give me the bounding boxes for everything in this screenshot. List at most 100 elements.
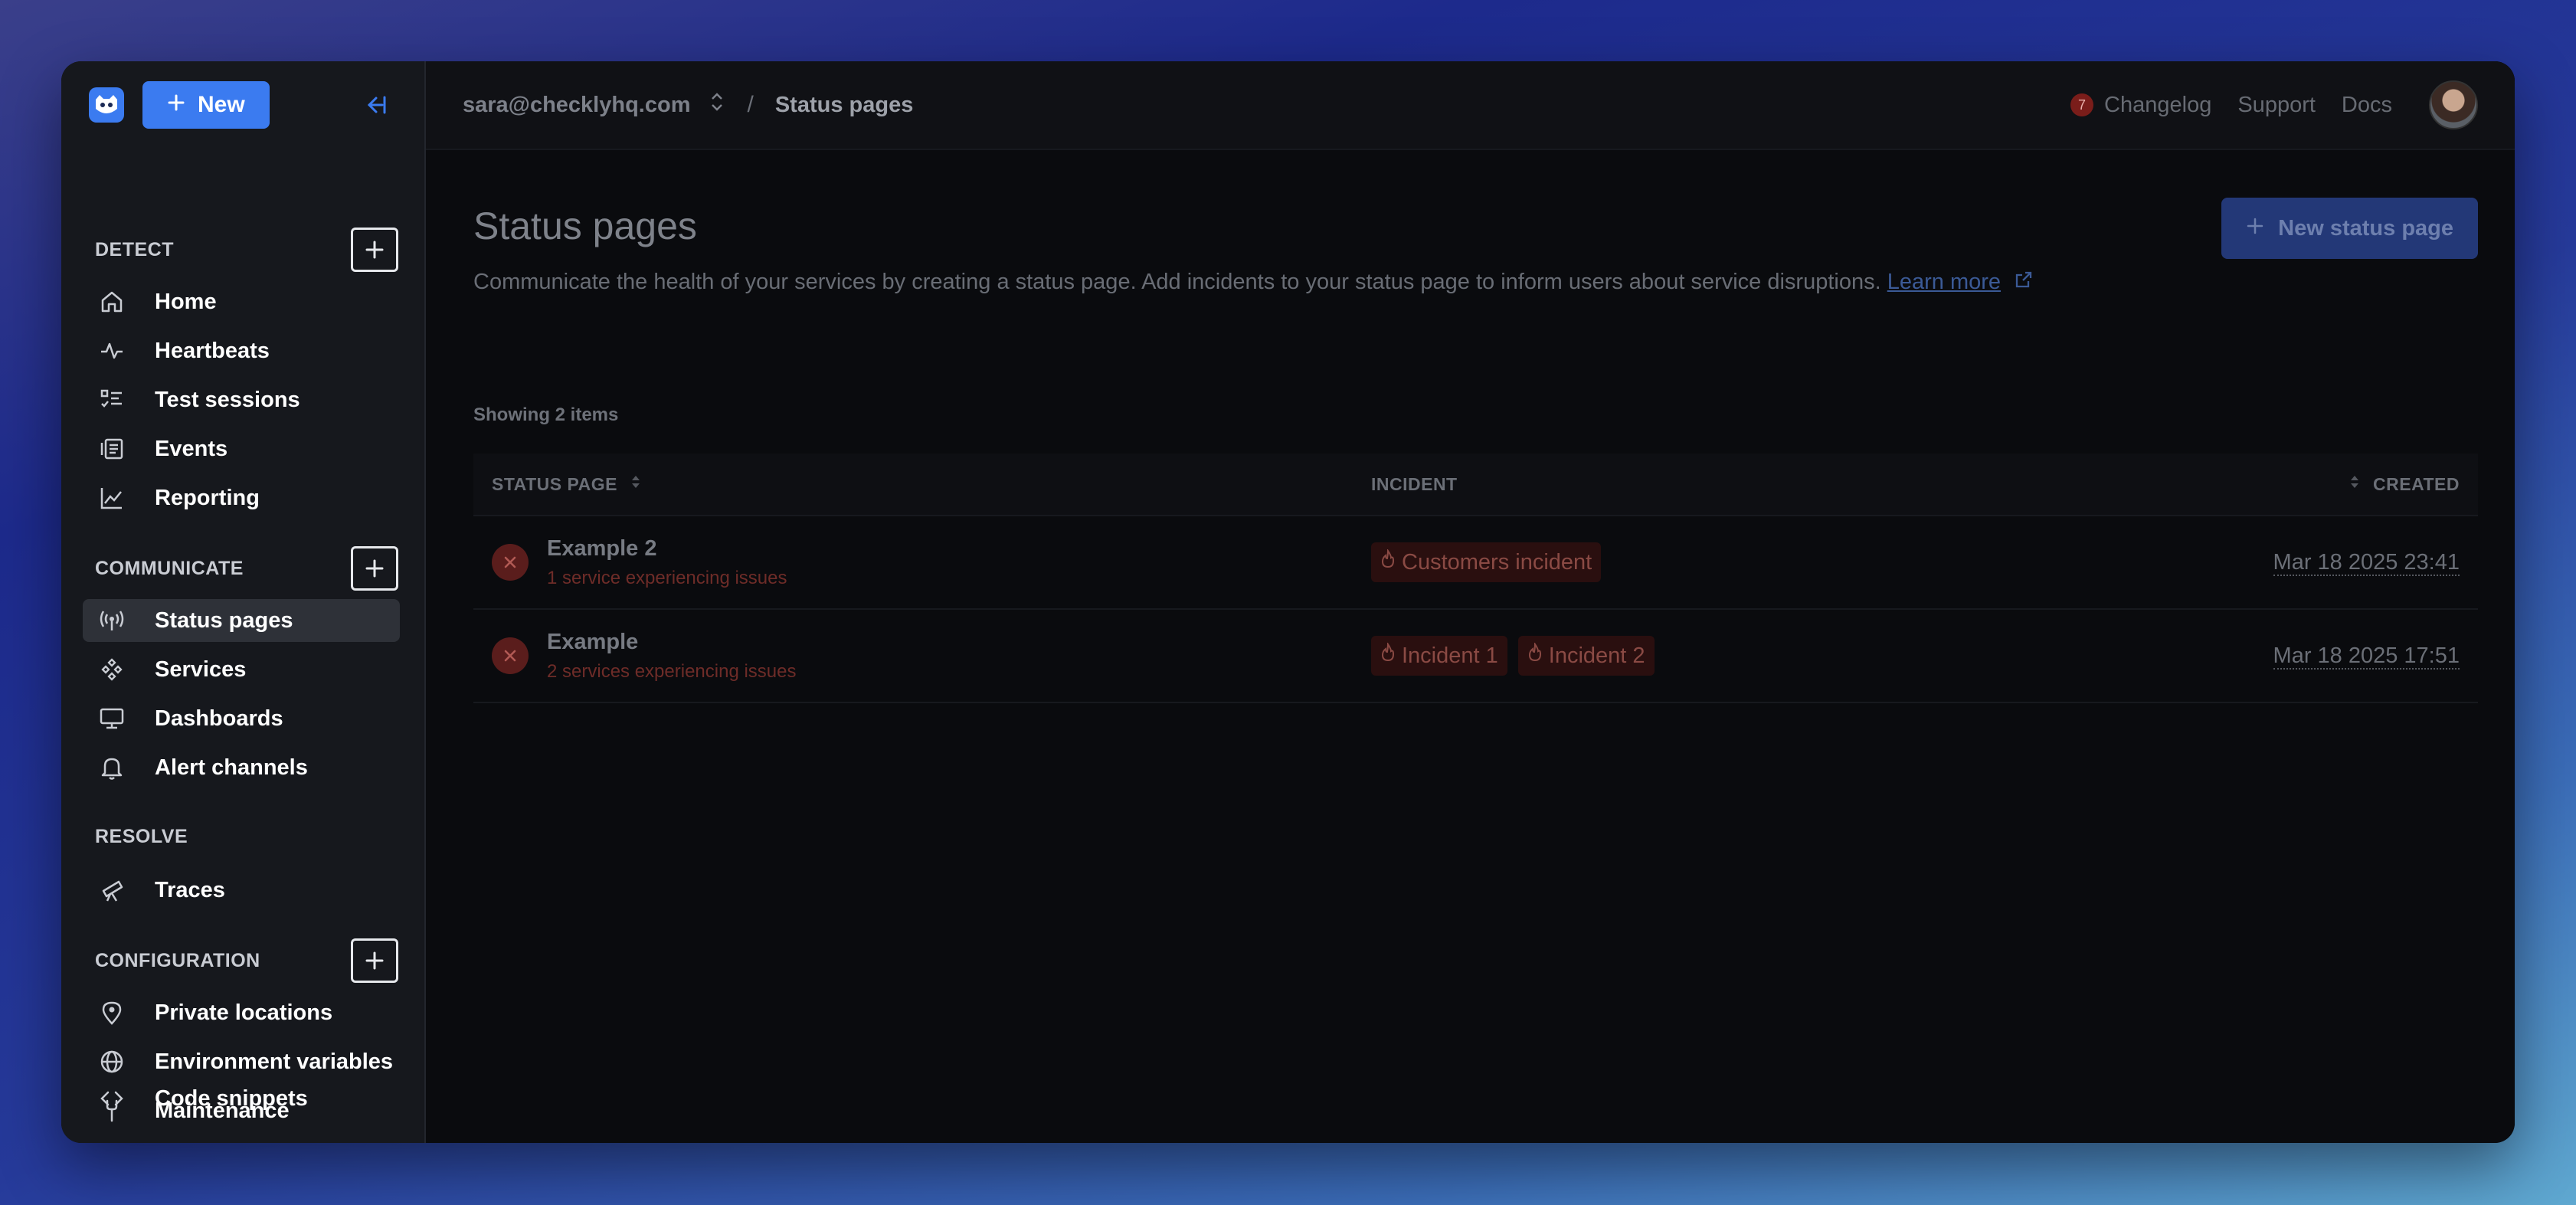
services-icon xyxy=(95,653,129,686)
heartbeat-icon xyxy=(95,334,129,368)
sidebar-item-events[interactable]: Events xyxy=(83,427,400,470)
items-count: Showing 2 items xyxy=(473,404,619,425)
section-configuration: CONFIGURATION xyxy=(95,938,398,984)
sidebar-item-alert-channels[interactable]: Alert channels xyxy=(83,746,400,789)
home-icon xyxy=(95,285,129,319)
sidebar-item-label: Traces xyxy=(155,877,225,902)
learn-more-label: Learn more xyxy=(1887,270,2002,294)
sidebar-item-reporting[interactable]: Reporting xyxy=(83,476,400,519)
map-pin-icon xyxy=(95,996,129,1030)
monitor-icon xyxy=(95,702,129,735)
section-title: RESOLVE xyxy=(95,825,188,847)
sidebar-item-label: Status pages xyxy=(155,607,293,633)
sidebar-item-label: Private locations xyxy=(155,1000,333,1025)
incident-badge[interactable]: Incident 2 xyxy=(1517,636,1655,676)
globe-icon xyxy=(95,1045,129,1079)
incident-cell: Incident 1 Incident 2 xyxy=(1371,636,2184,676)
error-status-icon xyxy=(492,637,529,674)
learn-more-link[interactable]: Learn more xyxy=(1887,270,2001,294)
support-link[interactable]: Support xyxy=(2237,93,2316,118)
new-button[interactable]: New xyxy=(142,81,270,129)
new-button-label: New xyxy=(198,92,245,117)
account-email: sara@checklyhq.com xyxy=(463,92,691,117)
incident-cell: Customers incident xyxy=(1371,542,2184,582)
section-detect: DETECT xyxy=(95,227,398,273)
sidebar-item-label: Environment variables xyxy=(155,1049,394,1074)
sort-icon xyxy=(2349,473,2361,495)
app-window: New DETECT Home Heartbeats Test sessions xyxy=(61,61,2515,1143)
changelog-link[interactable]: 7 Changelog xyxy=(2070,93,2211,118)
table-row[interactable]: Example 2 services experiencing issues I… xyxy=(473,610,2478,703)
sidebar-item-traces[interactable]: Traces xyxy=(83,869,400,912)
add-communicate-button[interactable] xyxy=(351,546,398,591)
created-date: Mar 18 2025 17:51 xyxy=(2273,643,2460,670)
sidebar-item-label: Home xyxy=(155,289,217,314)
status-page-issues: 2 services experiencing issues xyxy=(547,660,797,682)
checkly-logo-icon[interactable] xyxy=(89,87,124,123)
telescope-icon xyxy=(95,873,129,907)
sidebar-item-label: Code snippets xyxy=(155,1085,308,1111)
collapse-sidebar-icon[interactable] xyxy=(358,90,389,120)
add-configuration-button[interactable] xyxy=(351,938,398,983)
page-description: Communicate the health of your services … xyxy=(473,270,2033,295)
incident-badge[interactable]: Incident 1 xyxy=(1371,636,1507,676)
flame-icon xyxy=(1380,641,1396,669)
main-content: sara@checklyhq.com / Status pages 7 Chan… xyxy=(426,61,2515,1143)
sidebar-item-code-snippets[interactable]: Code snippets xyxy=(83,1077,400,1120)
sidebar-item-heartbeats[interactable]: Heartbeats xyxy=(83,329,400,372)
add-detect-button[interactable] xyxy=(351,228,398,272)
sort-icon xyxy=(630,473,642,495)
avatar[interactable] xyxy=(2429,80,2478,129)
status-page-cell: Example 2 1 service experiencing issues xyxy=(492,536,1371,589)
sidebar-item-label: Events xyxy=(155,436,228,461)
header-created[interactable]: CREATED xyxy=(2184,473,2460,495)
plus-icon xyxy=(167,92,185,118)
sidebar-item-services[interactable]: Services xyxy=(83,648,400,691)
status-page-name[interactable]: Example 2 xyxy=(547,536,787,562)
header-label: STATUS PAGE xyxy=(492,473,617,494)
status-page-issues: 1 service experiencing issues xyxy=(547,567,787,588)
created-date: Mar 18 2025 23:41 xyxy=(2273,549,2460,576)
account-switcher[interactable]: sara@checklyhq.com xyxy=(463,90,725,120)
sidebar-item-status-pages[interactable]: Status pages xyxy=(83,599,400,642)
sidebar-item-label: Test sessions xyxy=(155,387,300,412)
flame-icon xyxy=(1527,641,1543,669)
description-text: Communicate the health of your services … xyxy=(473,270,1881,294)
section-resolve: RESOLVE xyxy=(95,814,398,860)
sidebar-item-home[interactable]: Home xyxy=(83,280,400,323)
error-status-icon xyxy=(492,544,529,581)
sidebar-item-label: Dashboards xyxy=(155,706,283,731)
incident-label: Customers incident xyxy=(1402,549,1592,575)
section-communicate: COMMUNICATE xyxy=(95,545,398,591)
section-title: COMMUNICATE xyxy=(95,557,244,579)
new-status-page-button[interactable]: New status page xyxy=(2221,198,2478,259)
table-row[interactable]: Example 2 1 service experiencing issues … xyxy=(473,516,2478,610)
changelog-label: Changelog xyxy=(2104,92,2212,117)
new-status-page-label: New status page xyxy=(2278,215,2453,241)
status-pages-table: STATUS PAGE INCIDENT CREATED Example 2 1… xyxy=(473,454,2478,703)
table-header: STATUS PAGE INCIDENT CREATED xyxy=(473,454,2478,516)
page-title: Status pages xyxy=(473,205,697,247)
sidebar: New DETECT Home Heartbeats Test sessions xyxy=(61,61,426,1143)
header-incident: INCIDENT xyxy=(1371,474,2184,495)
events-list-icon xyxy=(95,432,129,466)
checklist-icon xyxy=(95,383,129,417)
sidebar-header: New xyxy=(89,81,397,129)
sidebar-item-label: Heartbeats xyxy=(155,338,270,363)
breadcrumb-current: Status pages xyxy=(774,92,914,117)
code-icon xyxy=(95,1082,129,1115)
incident-badge[interactable]: Customers incident xyxy=(1371,542,1602,582)
section-title: CONFIGURATION xyxy=(95,949,260,971)
sidebar-item-test-sessions[interactable]: Test sessions xyxy=(83,378,400,421)
header-label: INCIDENT xyxy=(1371,473,1458,494)
sidebar-item-private-locations[interactable]: Private locations xyxy=(83,991,400,1034)
status-page-name[interactable]: Example xyxy=(547,630,797,655)
sidebar-item-dashboards[interactable]: Dashboards xyxy=(83,697,400,740)
external-link-icon xyxy=(2015,270,2033,294)
incident-label: Incident 2 xyxy=(1548,643,1645,668)
sidebar-item-label: Alert channels xyxy=(155,755,308,780)
header-status-page[interactable]: STATUS PAGE xyxy=(492,473,1371,495)
docs-link[interactable]: Docs xyxy=(2342,93,2392,118)
bell-icon xyxy=(95,751,129,784)
sidebar-item-label: Services xyxy=(155,657,247,682)
